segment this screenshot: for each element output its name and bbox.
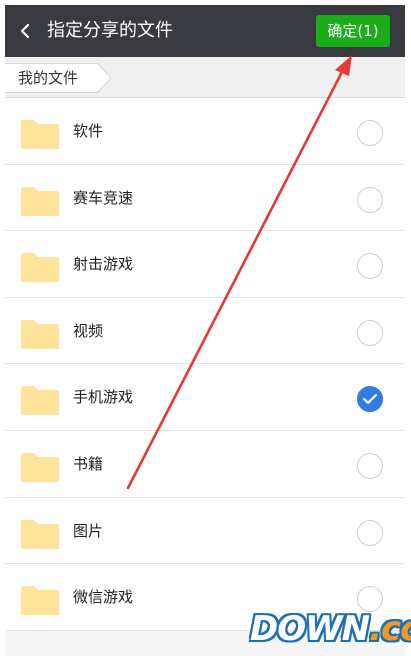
title-bar: 指定分享的文件 确定(1) <box>5 5 405 57</box>
folder-name: 微信游戏 <box>73 588 134 607</box>
breadcrumb-separator-icon <box>97 63 112 93</box>
folder-icon <box>21 120 59 149</box>
select-radio[interactable] <box>357 519 383 546</box>
breadcrumb-item-my-files[interactable]: 我的文件 <box>5 63 99 93</box>
watermark-dot: . <box>369 609 382 649</box>
folder-name: 赛车竞速 <box>73 188 134 207</box>
select-radio[interactable] <box>357 319 383 346</box>
folder-name: 图片 <box>73 521 104 540</box>
folder-icon <box>21 386 59 416</box>
folder-list: 软件赛车竞速射击游戏视频手机游戏书籍图片微信游戏 <box>5 98 405 631</box>
confirm-button[interactable]: 确定(1) <box>316 15 390 47</box>
list-item[interactable]: 视频 <box>5 297 405 365</box>
folder-name: 书籍 <box>73 454 104 473</box>
check-icon <box>362 394 378 405</box>
watermark-text: DOWN <box>250 609 370 649</box>
folder-icon <box>21 586 59 616</box>
folder-name: 射击游戏 <box>73 255 134 274</box>
breadcrumb: 我的文件 <box>5 57 405 98</box>
list-item[interactable]: 图片 <box>5 497 405 565</box>
select-radio[interactable] <box>357 452 383 479</box>
list-item[interactable]: 手机游戏 <box>5 364 405 431</box>
folder-icon <box>21 186 59 216</box>
folder-icon <box>21 519 59 549</box>
list-item[interactable]: 赛车竞速 <box>5 164 405 232</box>
folder-name: 软件 <box>73 122 104 140</box>
select-radio[interactable] <box>357 120 383 146</box>
chevron-left-icon[interactable] <box>15 19 37 43</box>
watermark-logo: DOWN.cc <box>250 607 411 653</box>
folder-icon <box>21 452 59 482</box>
folder-icon <box>21 319 59 349</box>
folder-name: 手机游戏 <box>73 388 134 407</box>
list-item[interactable]: 软件 <box>5 98 405 165</box>
app-frame: 指定分享的文件 确定(1) 我的文件 软件赛车竞速射击游戏视频手机游戏书籍图片微… <box>5 5 405 656</box>
folder-name: 视频 <box>73 321 104 340</box>
select-radio[interactable] <box>357 186 383 213</box>
list-item[interactable]: 书籍 <box>5 430 405 498</box>
folder-icon <box>21 253 59 283</box>
list-item[interactable]: 射击游戏 <box>5 231 405 298</box>
selected-radio[interactable] <box>357 386 383 413</box>
select-radio[interactable] <box>357 253 383 280</box>
page-title: 指定分享的文件 <box>47 20 173 41</box>
watermark-tld: cc <box>381 609 411 649</box>
